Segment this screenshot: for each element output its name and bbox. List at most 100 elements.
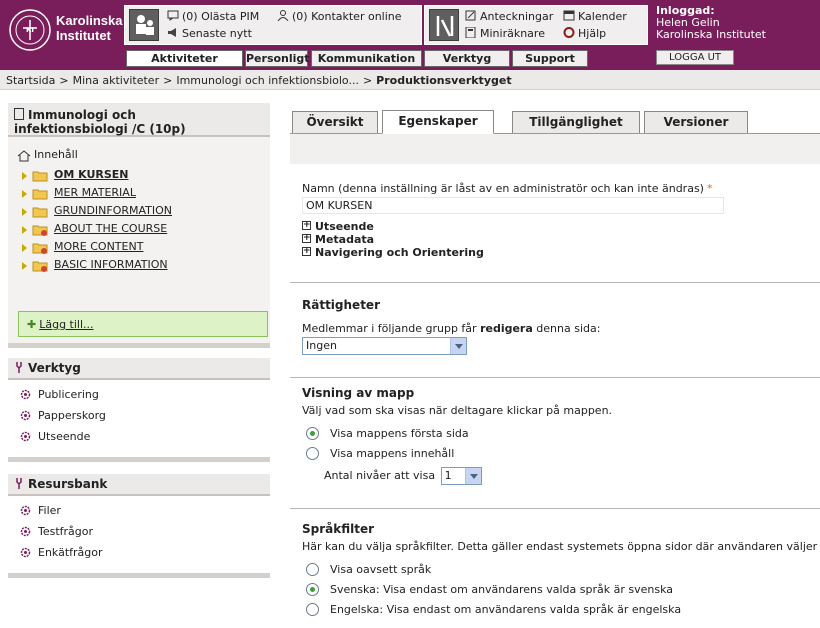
tree-item-label[interactable]: MER MATERIAL xyxy=(54,186,136,199)
expand-plus-icon[interactable]: + xyxy=(302,221,311,230)
unread-pim-link[interactable]: (0) Olästa PIM xyxy=(167,10,259,23)
resursbank-item-label[interactable]: Testfrågor xyxy=(38,525,93,538)
radio-button[interactable] xyxy=(306,603,319,616)
expander-utseende[interactable]: + Utseende xyxy=(302,220,820,233)
radio-label[interactable]: Visa mappens första sida xyxy=(330,427,469,440)
add-item-link[interactable]: Lägg till... xyxy=(39,318,93,331)
calendar-link[interactable]: Kalender xyxy=(563,10,627,23)
expand-plus-icon[interactable]: + xyxy=(302,247,311,256)
tab-oversikt[interactable]: Översikt xyxy=(292,111,378,133)
tree-item-om-kursen[interactable]: OM KURSEN xyxy=(16,168,266,186)
name-field: OM KURSEN xyxy=(302,197,724,214)
nav-support[interactable]: Support xyxy=(512,50,588,67)
verktyg-item-label[interactable]: Publicering xyxy=(38,388,99,401)
group-select-value: Ingen xyxy=(306,339,337,352)
resursbank-item-testfragor[interactable]: Testfrågor xyxy=(18,525,260,546)
add-item-box[interactable]: ✚ Lägg till... xyxy=(18,311,268,337)
radio-label[interactable]: Visa mappens innehåll xyxy=(330,447,454,460)
tree-root[interactable]: Innehåll xyxy=(16,148,266,165)
tree-item-label[interactable]: GRUNDINFORMATION xyxy=(54,204,172,217)
expand-arrow-icon[interactable] xyxy=(22,226,27,234)
levels-select[interactable]: 1 xyxy=(440,467,482,485)
radio-button-checked[interactable] xyxy=(306,427,319,440)
radio-swedish[interactable]: Svenska: Visa endast om användarens vald… xyxy=(302,583,820,603)
logo-text: Karolinska Institutet xyxy=(56,13,122,43)
tree-item-basic-information[interactable]: BASIC INFORMATION xyxy=(16,258,266,276)
radio-folder-contents[interactable]: Visa mappens innehåll xyxy=(302,447,820,467)
locked-folder-icon xyxy=(32,243,48,254)
tree-item-label[interactable]: BASIC INFORMATION xyxy=(54,258,168,271)
radio-english[interactable]: Engelska: Visa endast om användarens val… xyxy=(302,603,820,623)
expand-arrow-icon[interactable] xyxy=(22,172,27,180)
nav-verktyg[interactable]: Verktyg xyxy=(424,50,510,67)
tab-versioner[interactable]: Versioner xyxy=(644,111,748,133)
nav-personligt[interactable]: Personligt xyxy=(245,50,310,67)
gear-icon xyxy=(20,547,31,558)
notes-link[interactable]: Anteckningar xyxy=(465,10,553,23)
radio-label[interactable]: Engelska: Visa endast om användarens val… xyxy=(330,603,681,616)
expand-plus-icon[interactable]: + xyxy=(302,234,311,243)
radio-any-language[interactable]: Visa oavsett språk xyxy=(302,563,820,583)
people-icon xyxy=(129,9,159,41)
resursbank-list: Filer Testfrågor Enkätfrågor xyxy=(8,496,270,575)
tools-icon xyxy=(429,9,459,41)
contacts-online-link[interactable]: (0) Kontakter online xyxy=(277,10,402,23)
expand-arrow-icon[interactable] xyxy=(22,262,27,270)
expand-arrow-icon[interactable] xyxy=(22,244,27,252)
logout-button[interactable]: LOGGA UT xyxy=(656,50,734,65)
tree-item-mer-material[interactable]: MER MATERIAL xyxy=(16,186,266,204)
notification-panel: (0) Olästa PIM (0) Kontakter online Sena… xyxy=(124,5,422,45)
content-tree: Innehåll OM KURSEN MER MATERIAL GRUNDINF… xyxy=(16,148,266,276)
tree-item-label[interactable]: OM KURSEN xyxy=(54,168,129,181)
radio-button[interactable] xyxy=(306,563,319,576)
breadcrumb-course[interactable]: Immunologi och infektionsbiolo... xyxy=(176,74,359,87)
seal-letters: KI xyxy=(25,26,35,34)
help-label: Hjälp xyxy=(578,27,607,40)
expander-label[interactable]: Navigering och Orientering xyxy=(315,246,484,259)
radio-label[interactable]: Visa oavsett språk xyxy=(330,563,431,576)
tree-item-grundinformation[interactable]: GRUNDINFORMATION xyxy=(16,204,266,222)
verktyg-header: Verktyg xyxy=(8,358,270,380)
breadcrumb-activities[interactable]: Mina aktiviteter xyxy=(73,74,160,87)
karolinska-logo[interactable]: KI Karolinska Institutet xyxy=(8,8,122,54)
expander-label[interactable]: Utseende xyxy=(315,220,374,233)
nav-kommunikation[interactable]: Kommunikation xyxy=(311,50,422,67)
resursbank-item-enkatfragor[interactable]: Enkätfrågor xyxy=(18,546,260,567)
latest-news-link[interactable]: Senaste nytt xyxy=(167,27,252,40)
section-divider xyxy=(290,508,820,509)
expand-arrow-icon[interactable] xyxy=(22,208,27,216)
radio-button[interactable] xyxy=(306,447,319,460)
chevron-down-icon[interactable] xyxy=(464,468,481,484)
resursbank-item-label[interactable]: Enkätfrågor xyxy=(38,546,103,559)
help-link[interactable]: Hjälp xyxy=(563,27,606,40)
tab-egenskaper[interactable]: Egenskaper xyxy=(382,110,494,134)
tree-item-label[interactable]: ABOUT THE COURSE xyxy=(54,222,167,235)
tab-tillganglighet[interactable]: Tillgänglighet xyxy=(512,111,640,133)
verktyg-item-papperskorg[interactable]: Papperskorg xyxy=(18,409,260,430)
levels-row: Antal nivåer att visa 1 xyxy=(302,467,820,489)
course-title-line2: infektionsbiologi /C (10p) xyxy=(14,122,186,136)
verktyg-item-label[interactable]: Papperskorg xyxy=(38,409,106,422)
tab-bar: Översikt Egenskaper Tillgänglighet Versi… xyxy=(290,108,820,134)
nav-aktiviteter[interactable]: Aktiviteter xyxy=(126,50,243,67)
radio-label[interactable]: Svenska: Visa endast om användarens vald… xyxy=(330,583,673,596)
tree-item-more-content[interactable]: MORE CONTENT xyxy=(16,240,266,258)
tree-item-label[interactable]: MORE CONTENT xyxy=(54,240,143,253)
verktyg-item-publicering[interactable]: Publicering xyxy=(18,388,260,409)
group-select[interactable]: Ingen xyxy=(302,337,467,355)
expander-navigering[interactable]: + Navigering och Orientering xyxy=(302,246,820,259)
calculator-link[interactable]: Miniräknare xyxy=(465,27,545,40)
expander-metadata[interactable]: + Metadata xyxy=(302,233,820,246)
tree-item-about-the-course[interactable]: ABOUT THE COURSE xyxy=(16,222,266,240)
verktyg-item-utseende[interactable]: Utseende xyxy=(18,430,260,451)
tree-root-label[interactable]: Innehåll xyxy=(34,148,78,161)
breadcrumb-home[interactable]: Startsida xyxy=(6,74,55,87)
expand-arrow-icon[interactable] xyxy=(22,190,27,198)
radio-button-checked[interactable] xyxy=(306,583,319,596)
resursbank-item-label[interactable]: Filer xyxy=(38,504,61,517)
verktyg-item-label[interactable]: Utseende xyxy=(38,430,90,443)
chevron-down-icon[interactable] xyxy=(450,338,466,354)
resursbank-item-filer[interactable]: Filer xyxy=(18,504,260,525)
expander-label[interactable]: Metadata xyxy=(315,233,374,246)
radio-first-page[interactable]: Visa mappens första sida xyxy=(302,427,820,447)
